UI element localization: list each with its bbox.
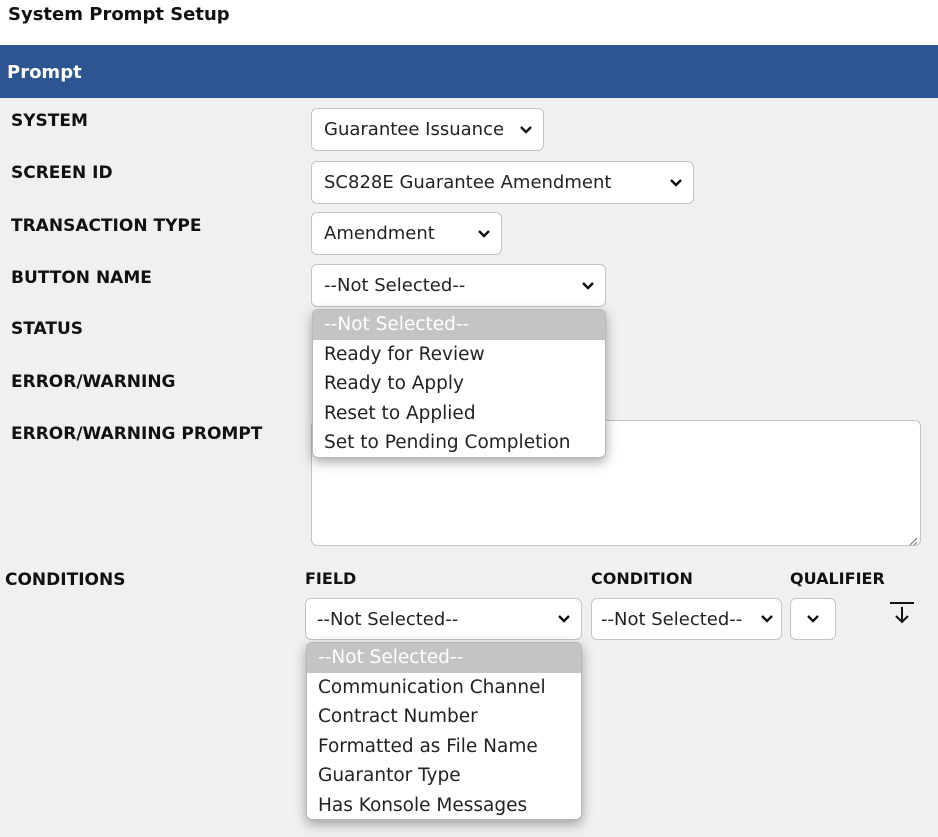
qualifier-select[interactable] [790,598,836,640]
dropdown-option[interactable]: Formatted as File Name [307,732,581,762]
chevron-down-icon [519,125,533,135]
dropdown-option[interactable]: Contract Number [307,702,581,732]
transaction-type-select[interactable]: Amendment [311,212,502,255]
add-condition-button[interactable] [889,601,915,627]
screen-id-label: SCREEN ID [11,163,113,183]
system-select[interactable]: Guarantee Issuance [311,108,544,151]
dropdown-option[interactable]: Reset to Applied [313,399,605,429]
dropdown-option[interactable]: Ready for Review [313,340,605,370]
dropdown-option[interactable]: --Not Selected-- [307,643,581,673]
section-header-prompt: Prompt [0,45,938,98]
screen-id-select[interactable]: SC828E Guarantee Amendment [311,161,694,204]
status-label: STATUS [11,319,84,339]
button-name-select-value: --Not Selected-- [324,275,466,296]
chevron-down-icon [581,281,595,291]
dropdown-option[interactable]: --Not Selected-- [313,310,605,340]
error-warning-label: ERROR/WARNING [11,372,176,392]
dropdown-option[interactable]: Ready to Apply [313,369,605,399]
page-title: System Prompt Setup [0,0,938,45]
resize-grip-icon[interactable] [906,531,918,546]
button-name-dropdown: --Not Selected-- Ready for Review Ready … [312,309,606,458]
chevron-down-icon [806,614,820,624]
chevron-down-icon [557,614,571,624]
button-name-select[interactable]: --Not Selected-- [311,264,606,307]
field-column-header: FIELD [305,569,357,588]
chevron-down-icon [477,229,491,239]
chevron-down-icon [669,178,683,188]
dropdown-option[interactable]: Set to Pending Completion [313,428,605,457]
system-select-value: Guarantee Issuance [324,119,505,140]
screen-id-select-value: SC828E Guarantee Amendment [324,172,612,193]
dropdown-option[interactable]: Guarantor Type [307,761,581,791]
transaction-type-select-value: Amendment [324,223,435,244]
button-name-label: BUTTON NAME [11,268,152,288]
system-label: SYSTEM [11,111,88,131]
condition-field-select[interactable]: --Not Selected-- [305,598,582,640]
arrow-down-to-line-icon [890,602,914,624]
condition-operator-select[interactable]: --Not Selected-- [591,598,782,640]
conditions-label: CONDITIONS [5,570,126,590]
condition-field-select-value: --Not Selected-- [317,608,459,630]
error-warning-prompt-label: ERROR/WARNING PROMPT [11,424,263,444]
chevron-down-icon [760,614,774,624]
transaction-type-label: TRANSACTION TYPE [11,216,202,236]
qualifier-column-header: QUALIFIER [790,569,885,588]
condition-field-dropdown: --Not Selected-- Communication Channel C… [306,642,582,820]
condition-column-header: CONDITION [591,569,693,588]
condition-operator-select-value: --Not Selected-- [601,608,743,630]
dropdown-option[interactable]: Has Konsole Messages [307,791,581,819]
dropdown-option[interactable]: Communication Channel [307,673,581,703]
